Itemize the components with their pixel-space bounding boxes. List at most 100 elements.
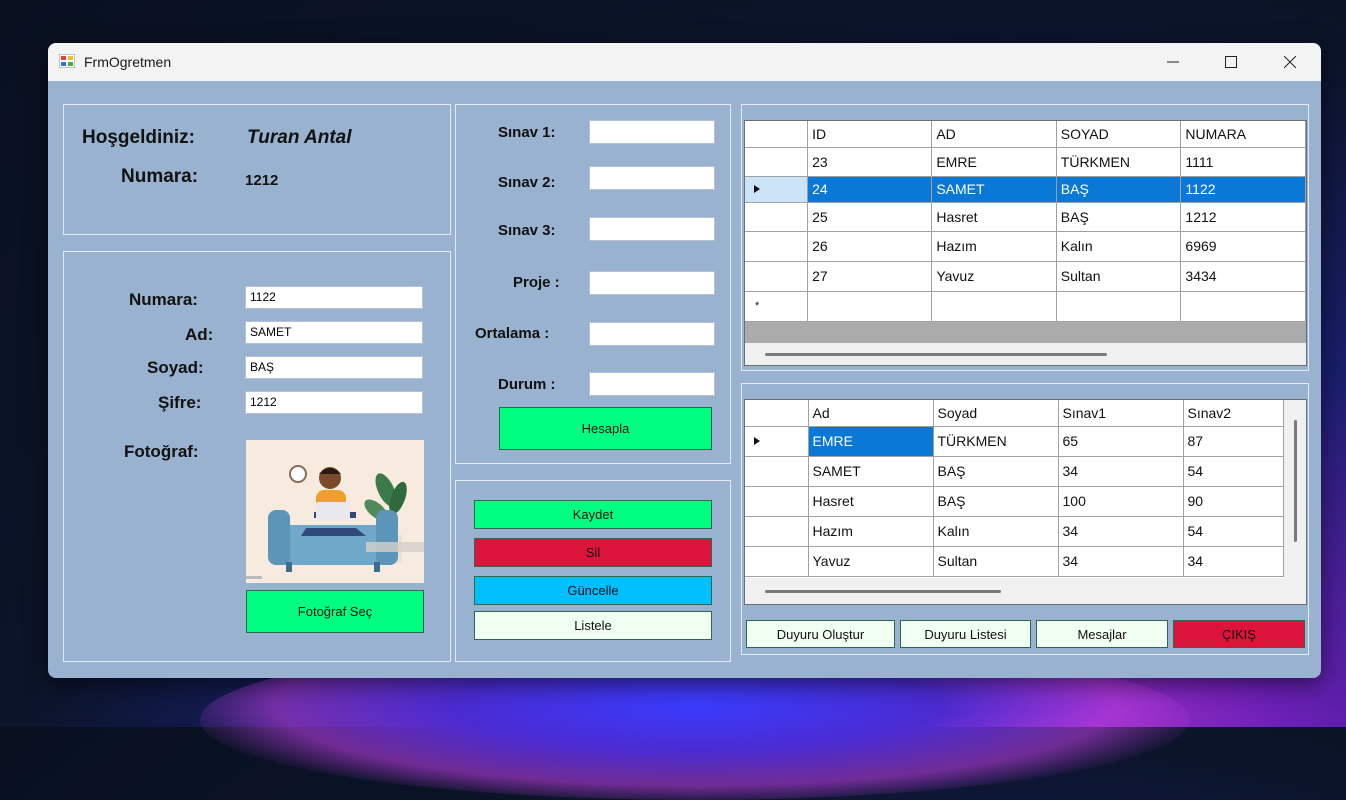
guncelle-button[interactable]: Güncelle <box>474 576 712 605</box>
table-cell[interactable]: SAMET <box>931 176 1057 203</box>
table-cell[interactable]: BAŞ <box>933 486 1059 517</box>
table-cell[interactable]: Hazım <box>808 516 934 547</box>
table-row[interactable]: 25 Hasret BAŞ 1212 <box>745 202 1306 232</box>
table-cell[interactable]: Kalın <box>933 516 1059 547</box>
grades-grid-vscrollbar[interactable] <box>1284 400 1306 604</box>
table-cell[interactable]: 54 <box>1183 516 1284 547</box>
table-cell[interactable]: Sultan <box>933 546 1059 577</box>
table-cell[interactable]: 34 <box>1058 546 1184 577</box>
table-row[interactable]: 23 EMRE TÜRKMEN 1111 <box>745 147 1306 177</box>
column-header[interactable]: Sınav1 <box>1058 400 1184 427</box>
soyad-field[interactable]: BAŞ <box>245 356 423 379</box>
row-header[interactable] <box>745 546 809 577</box>
column-header[interactable]: Sınav2 <box>1183 400 1284 427</box>
table-cell[interactable]: 65 <box>1058 426 1184 457</box>
table-row[interactable]: EMRE TÜRKMEN 65 87 <box>745 426 1284 457</box>
table-cell[interactable] <box>807 291 933 322</box>
proje-field[interactable] <box>589 271 715 295</box>
table-cell-selected[interactable]: EMRE <box>808 426 934 457</box>
sinav1-field[interactable] <box>589 120 715 144</box>
scroll-thumb[interactable] <box>1294 420 1297 542</box>
table-cell[interactable]: 6969 <box>1180 231 1306 262</box>
table-cell[interactable]: 1212 <box>1180 202 1306 232</box>
kaydet-button[interactable]: Kaydet <box>474 500 712 529</box>
table-cell[interactable]: 54 <box>1183 456 1284 487</box>
new-row[interactable]: * <box>745 291 1306 322</box>
ortalama-field[interactable] <box>589 322 715 346</box>
minimize-button[interactable] <box>1144 43 1202 81</box>
table-cell[interactable]: Kalın <box>1056 231 1182 262</box>
mesajlar-button[interactable]: Mesajlar <box>1036 620 1168 648</box>
table-row-selected[interactable]: 24 SAMET BAŞ 1122 <box>745 176 1306 203</box>
foto-sec-button[interactable]: Fotoğraf Seç <box>246 590 424 633</box>
maximize-button[interactable] <box>1202 43 1260 81</box>
table-cell[interactable]: Hazım <box>931 231 1057 262</box>
table-row[interactable]: SAMET BAŞ 34 54 <box>745 456 1284 487</box>
table-row[interactable]: Yavuz Sultan 34 34 <box>745 546 1284 577</box>
cikis-button[interactable]: ÇIKIŞ <box>1173 620 1305 648</box>
table-cell[interactable]: 25 <box>807 202 933 232</box>
listele-button[interactable]: Listele <box>474 611 712 640</box>
table-cell[interactable]: BAŞ <box>933 456 1059 487</box>
table-cell[interactable]: BAŞ <box>1056 202 1182 232</box>
grades-grid[interactable]: Ad Soyad Sınav1 Sınav2 EMRE TÜRKMEN 65 8… <box>744 399 1307 605</box>
table-row[interactable]: Hazım Kalın 34 54 <box>745 516 1284 547</box>
grades-grid-hscrollbar[interactable] <box>745 578 1290 604</box>
row-header[interactable] <box>745 202 809 232</box>
table-cell[interactable]: 3434 <box>1180 261 1306 292</box>
table-row[interactable]: Hasret BAŞ 100 90 <box>745 486 1284 517</box>
table-cell[interactable]: Yavuz <box>931 261 1057 292</box>
row-header[interactable] <box>745 486 809 517</box>
table-cell[interactable] <box>931 291 1057 322</box>
ad-field[interactable]: SAMET <box>245 321 423 344</box>
scroll-thumb[interactable] <box>765 353 1107 356</box>
table-cell[interactable]: BAŞ <box>1056 176 1182 203</box>
table-cell[interactable]: 1122 <box>1180 176 1306 203</box>
duyuru-listesi-button[interactable]: Duyuru Listesi <box>900 620 1031 648</box>
table-cell[interactable]: Hasret <box>808 486 934 517</box>
table-cell[interactable] <box>1056 291 1182 322</box>
table-cell[interactable]: 100 <box>1058 486 1184 517</box>
table-cell[interactable]: 34 <box>1058 456 1184 487</box>
sil-button[interactable]: Sil <box>474 538 712 567</box>
table-cell[interactable]: Sultan <box>1056 261 1182 292</box>
column-header[interactable]: ID <box>807 121 933 148</box>
row-header[interactable] <box>745 176 809 203</box>
duyuru-olustur-button[interactable]: Duyuru Oluştur <box>746 620 895 648</box>
close-button[interactable] <box>1261 43 1319 81</box>
scroll-thumb[interactable] <box>765 590 1001 593</box>
sinav3-field[interactable] <box>589 217 715 241</box>
table-cell[interactable]: SAMET <box>808 456 934 487</box>
row-header[interactable] <box>745 231 809 262</box>
table-row[interactable]: 27 Yavuz Sultan 3434 <box>745 261 1306 292</box>
row-header[interactable] <box>745 147 809 177</box>
row-header[interactable] <box>745 516 809 547</box>
column-header[interactable]: Soyad <box>933 400 1059 427</box>
students-grid-hscrollbar[interactable] <box>745 343 1306 365</box>
column-header[interactable]: NUMARA <box>1180 121 1306 148</box>
table-cell[interactable]: 87 <box>1183 426 1284 457</box>
table-cell[interactable]: 90 <box>1183 486 1284 517</box>
table-cell[interactable]: 23 <box>807 147 933 177</box>
hesapla-button[interactable]: Hesapla <box>499 407 712 450</box>
table-cell[interactable]: 27 <box>807 261 933 292</box>
table-cell[interactable]: 26 <box>807 231 933 262</box>
row-header[interactable] <box>745 456 809 487</box>
table-cell[interactable] <box>1180 291 1306 322</box>
column-header[interactable]: SOYAD <box>1056 121 1182 148</box>
column-header[interactable]: Ad <box>808 400 934 427</box>
sifre-field[interactable]: 1212 <box>245 391 423 414</box>
table-cell[interactable]: Hasret <box>931 202 1057 232</box>
students-grid[interactable]: ID AD SOYAD NUMARA 23 EMRE TÜRKMEN 1111 <box>744 120 1307 366</box>
table-cell[interactable]: Yavuz <box>808 546 934 577</box>
table-cell[interactable]: 24 <box>807 176 933 203</box>
column-header[interactable]: AD <box>931 121 1057 148</box>
row-header[interactable] <box>745 261 809 292</box>
table-cell[interactable]: TÜRKMEN <box>933 426 1059 457</box>
table-cell[interactable]: 1111 <box>1180 147 1306 177</box>
table-cell[interactable]: 34 <box>1058 516 1184 547</box>
sinav2-field[interactable] <box>589 166 715 190</box>
row-header[interactable] <box>745 426 809 457</box>
table-cell[interactable]: 34 <box>1183 546 1284 577</box>
table-cell[interactable]: EMRE <box>931 147 1057 177</box>
